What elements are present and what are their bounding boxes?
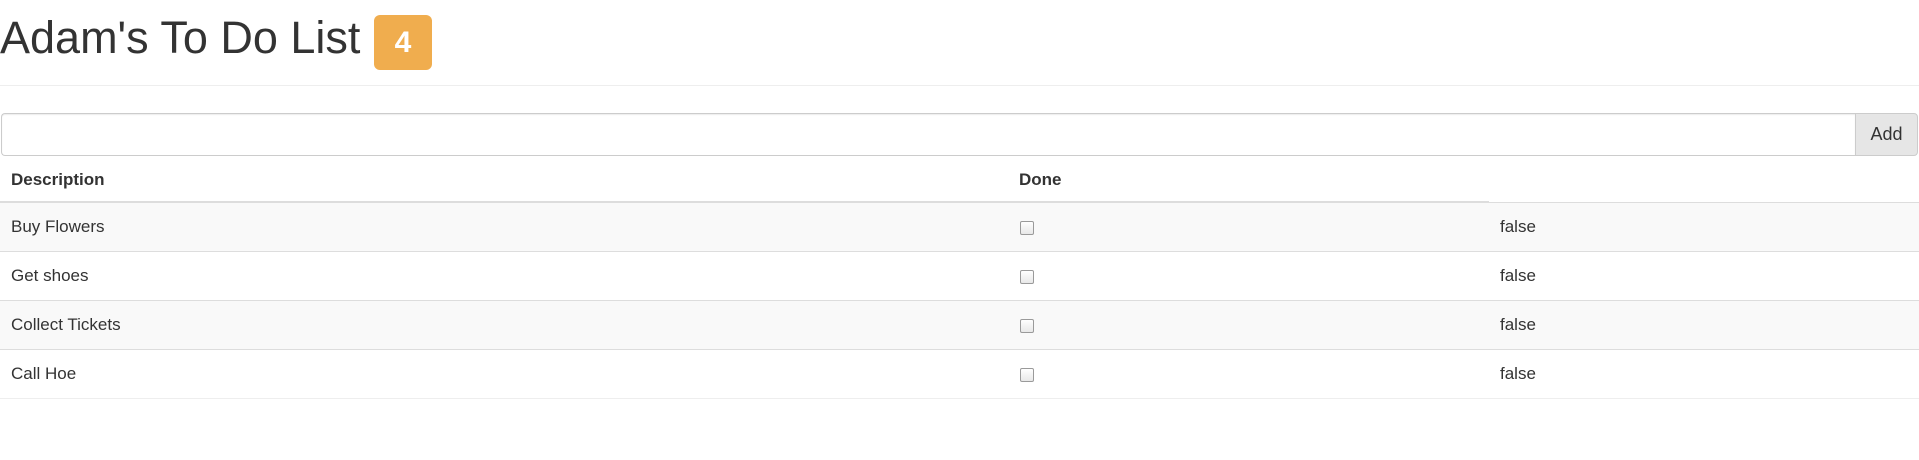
new-task-input[interactable] bbox=[1, 113, 1855, 156]
todo-count-badge: 4 bbox=[374, 15, 432, 70]
task-done-text: false bbox=[1489, 201, 1919, 252]
task-done-cell bbox=[1008, 349, 1489, 399]
task-done-text: false bbox=[1489, 349, 1919, 399]
page: Adam's To Do List 4 Add Description Done… bbox=[0, 0, 1919, 460]
done-checkbox[interactable] bbox=[1020, 367, 1034, 382]
task-done-cell bbox=[1008, 300, 1489, 350]
task-description: Get shoes bbox=[0, 251, 1008, 301]
table-row: Call Hoe false bbox=[0, 349, 1919, 399]
column-header-done: Done bbox=[1008, 159, 1489, 203]
table-row: Get shoes false bbox=[0, 251, 1919, 301]
todo-table: Description Done Buy Flowers false Get s… bbox=[0, 159, 1919, 399]
done-checkbox[interactable] bbox=[1020, 220, 1034, 235]
task-done-text: false bbox=[1489, 300, 1919, 350]
done-checkbox[interactable] bbox=[1020, 318, 1034, 333]
column-header-description: Description bbox=[0, 159, 1008, 203]
table-row: Buy Flowers false bbox=[0, 201, 1919, 252]
add-button[interactable]: Add bbox=[1855, 113, 1918, 156]
page-header: Adam's To Do List 4 bbox=[0, 0, 1919, 86]
task-done-text: false bbox=[1489, 251, 1919, 301]
table-row: Collect Tickets false bbox=[0, 300, 1919, 350]
table-header-row: Description Done bbox=[0, 159, 1919, 203]
task-done-cell bbox=[1008, 251, 1489, 301]
column-header-status bbox=[1489, 159, 1919, 202]
task-description: Buy Flowers bbox=[0, 201, 1008, 252]
task-done-cell bbox=[1008, 201, 1489, 252]
new-task-input-group: Add bbox=[1, 113, 1918, 156]
task-description: Collect Tickets bbox=[0, 300, 1008, 350]
page-title: Adam's To Do List bbox=[0, 12, 361, 63]
task-description: Call Hoe bbox=[0, 349, 1008, 399]
done-checkbox[interactable] bbox=[1020, 269, 1034, 284]
